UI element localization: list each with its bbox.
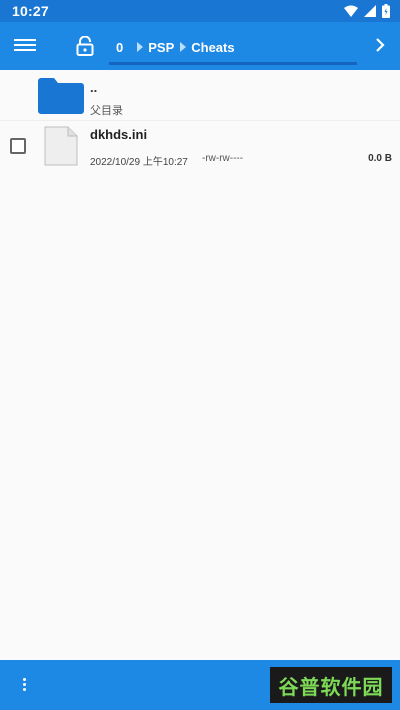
file-name: dkhds.ini — [90, 127, 148, 142]
bottom-bar: 谷普软件园 — [0, 660, 400, 710]
battery-icon — [382, 4, 390, 18]
hamburger-menu-icon[interactable] — [14, 36, 36, 56]
more-options-icon[interactable] — [20, 676, 28, 694]
breadcrumb-indicator — [109, 62, 357, 65]
breadcrumb-cheats[interactable]: Cheats — [191, 40, 234, 55]
parent-directory-row[interactable]: .. 父目录 — [0, 70, 400, 121]
breadcrumb: 0 PSP Cheats — [116, 38, 235, 56]
file-size: 0.0 B — [368, 153, 392, 164]
file-date: 2022/10/29 上午10:27 — [90, 157, 188, 168]
status-icons — [344, 4, 390, 18]
breadcrumb-separator-icon — [137, 42, 144, 52]
breadcrumb-separator-icon — [180, 42, 187, 52]
breadcrumb-root[interactable]: 0 — [116, 40, 123, 55]
file-permissions: -rw-rw---- — [202, 153, 244, 164]
file-icon — [44, 126, 78, 166]
signal-icon — [364, 5, 376, 17]
status-time: 10:27 — [12, 3, 49, 19]
select-checkbox[interactable] — [10, 138, 26, 154]
toolbar: 0 PSP Cheats — [0, 22, 400, 70]
status-bar: 10:27 — [0, 0, 400, 22]
list-item[interactable]: dkhds.ini 2022/10/29 上午10:27 -rw-rw---- … — [0, 122, 400, 178]
unlock-icon[interactable] — [76, 36, 94, 56]
breadcrumb-psp[interactable]: PSP — [148, 40, 174, 55]
wifi-icon — [344, 5, 358, 17]
folder-icon — [38, 78, 84, 114]
parent-directory-name: .. — [90, 80, 98, 95]
chevron-right-icon[interactable] — [374, 37, 386, 53]
parent-directory-label: 父目录 — [90, 105, 123, 117]
watermark-logo: 谷普软件园 — [270, 667, 392, 703]
